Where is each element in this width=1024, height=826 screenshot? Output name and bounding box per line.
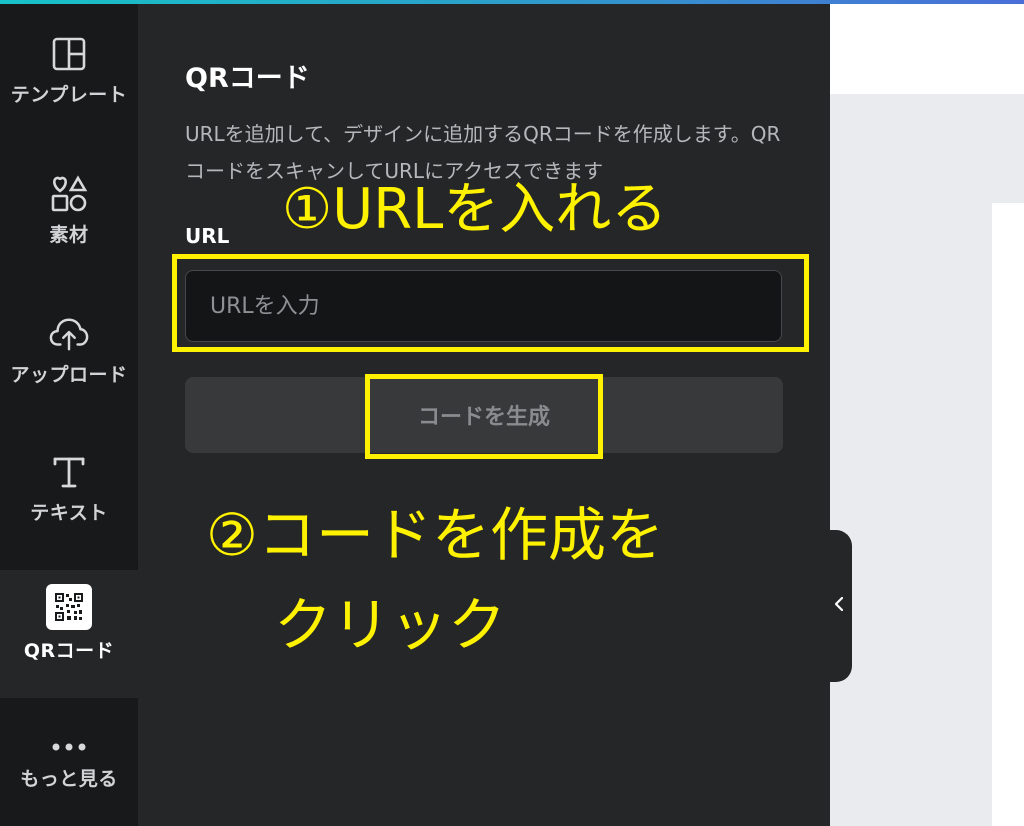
- upload-icon: [49, 314, 89, 354]
- annotation-step2-line1: ②コードを作成を: [206, 501, 664, 569]
- sidebar-item-label: テンプレート: [10, 84, 128, 106]
- sidebar-item-label: もっと見る: [20, 768, 118, 790]
- qr-code-icon: [46, 584, 92, 630]
- template-icon: [49, 34, 89, 74]
- design-page[interactable]: [992, 203, 1024, 826]
- annotation-box-button: [365, 374, 603, 459]
- more-icon: [49, 736, 89, 758]
- elements-icon: [49, 174, 89, 214]
- app-root: テンプレート 素材 アップロード テキスト QRコード もっと見る QRコード …: [0, 0, 1024, 826]
- editor-top-area: [830, 4, 1024, 94]
- sidebar-item-label: テキスト: [30, 502, 108, 524]
- sidebar-item-more[interactable]: もっと見る: [0, 736, 138, 791]
- rail-divider-bottom: [0, 698, 138, 714]
- annotation-box-url: [172, 254, 809, 352]
- sidebar-item-text[interactable]: テキスト: [0, 452, 138, 525]
- panel-title: QRコード: [185, 63, 310, 94]
- sidebar-item-qr-code[interactable]: QRコード: [0, 570, 138, 698]
- sidebar-item-elements[interactable]: 素材: [0, 174, 138, 247]
- sidebar-item-templates[interactable]: テンプレート: [0, 34, 138, 107]
- sidebar-item-uploads[interactable]: アップロード: [0, 314, 138, 387]
- url-field-label: URL: [185, 224, 230, 248]
- sidebar-item-label: アップロード: [10, 364, 128, 386]
- sidebar-item-label: QRコード: [23, 640, 115, 662]
- sidebar-item-label: 素材: [49, 224, 89, 246]
- sidebar-rail: テンプレート 素材 アップロード テキスト QRコード もっと見る: [0, 4, 138, 826]
- annotation-step1: ①URLを入れる: [282, 177, 668, 242]
- collapse-panel-button[interactable]: [826, 530, 852, 682]
- chevron-left-icon: [834, 596, 844, 617]
- text-icon: [49, 452, 89, 492]
- annotation-step2-line2: クリック: [274, 591, 507, 659]
